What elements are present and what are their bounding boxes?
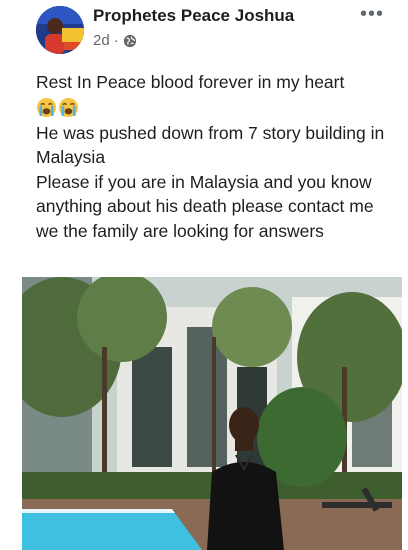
photo-scene [22,277,402,550]
meta-separator: · [113,32,119,49]
avatar-image [36,6,84,54]
author-name[interactable]: Prophetes Peace Joshua [93,6,294,26]
post-time[interactable]: 2d [93,32,110,49]
loudly-crying-face-emoji [58,97,79,118]
loudly-crying-face-emoji [36,97,57,118]
post-body: Rest In Peace blood forever in my heart … [36,70,400,243]
avatar[interactable] [36,6,84,54]
post-header: Prophetes Peace Joshua 2d · ••• [0,0,408,60]
post-photo[interactable] [22,277,402,550]
post-line-pushed: He was pushed down from 7 story building… [36,122,385,168]
post-line-appeal: Please if you are in Malaysia and you kn… [36,171,374,241]
globe-icon [123,34,136,47]
more-options-button[interactable]: ••• [360,3,384,26]
post-line-rip: Rest In Peace blood forever in my heart [36,72,345,92]
emoji-row [36,95,400,121]
post-meta: 2d · [93,32,137,49]
